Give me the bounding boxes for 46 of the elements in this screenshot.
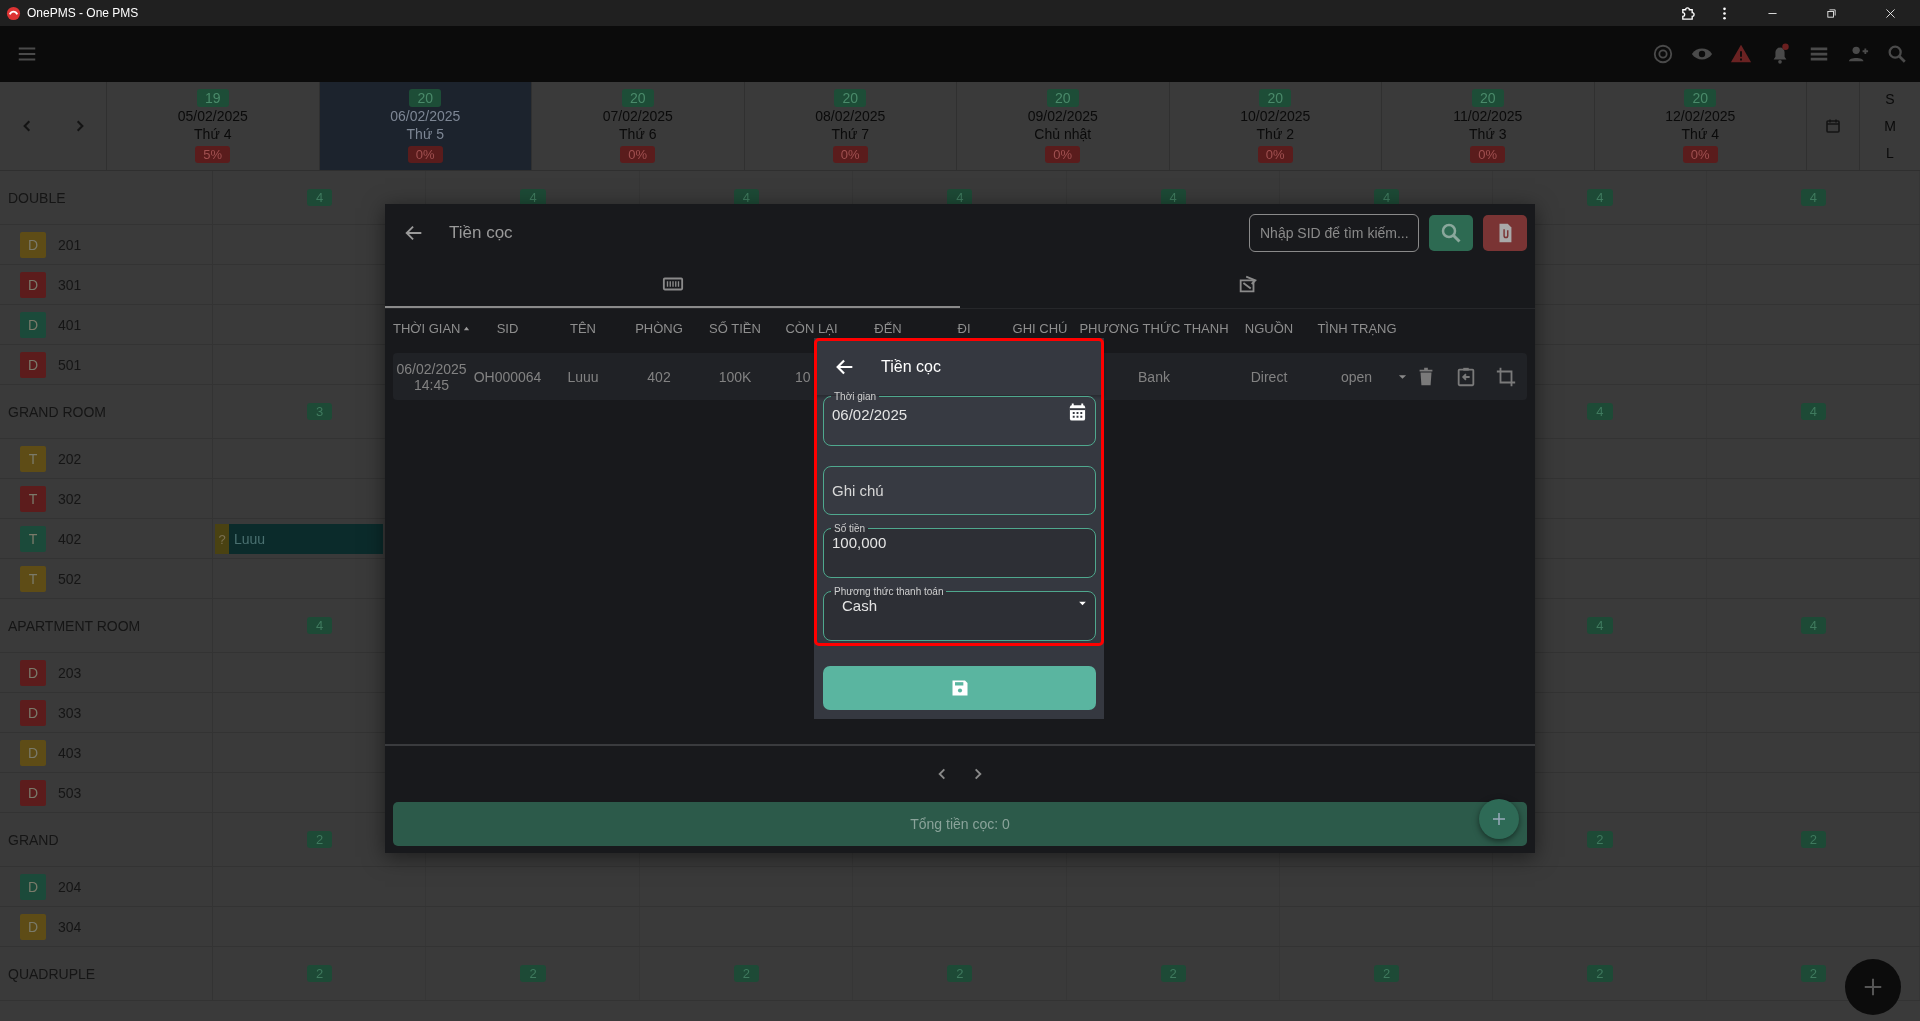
table-cell: 10 bbox=[795, 368, 811, 385]
occupancy-badge: 0% bbox=[407, 146, 443, 163]
room-badge: D bbox=[20, 231, 46, 258]
room-badge: T bbox=[20, 565, 46, 592]
room-badge: D bbox=[20, 699, 46, 726]
count-badge: 20 bbox=[1259, 89, 1292, 107]
count-badge: 20 bbox=[1046, 89, 1079, 107]
occupancy-badge: 5% bbox=[195, 146, 231, 163]
room-badge: T bbox=[20, 485, 46, 512]
table-cell: Bank bbox=[1138, 368, 1170, 385]
occupancy-badge: 0% bbox=[1470, 146, 1506, 163]
count-badge: 20 bbox=[621, 89, 654, 107]
room-badge: D bbox=[20, 779, 46, 806]
table-cell: Direct bbox=[1250, 368, 1288, 385]
room-badge: D bbox=[20, 739, 46, 766]
table-cell: 100K bbox=[718, 368, 752, 385]
booking-status-marker: ? bbox=[215, 524, 229, 554]
table-cell: OH000064 bbox=[473, 368, 542, 385]
dialog-title: Tiền cọc bbox=[881, 357, 941, 376]
room-badge: D bbox=[20, 351, 46, 378]
table-cell: 402 bbox=[647, 368, 671, 385]
table-cell: 14:45 bbox=[413, 376, 449, 393]
count-badge: 20 bbox=[409, 89, 442, 107]
total-label: Tổng tiền cọc: 0 bbox=[910, 816, 1010, 832]
occupancy-badge: 0% bbox=[832, 146, 868, 163]
date-label: 06/02/2025 bbox=[390, 108, 461, 125]
occupancy-badge: 0% bbox=[620, 146, 656, 163]
count-badge: 19 bbox=[196, 89, 229, 107]
occupancy-badge: 0% bbox=[1257, 146, 1293, 163]
room-badge: D bbox=[20, 659, 46, 686]
count-badge: 20 bbox=[834, 89, 867, 107]
room-badge: D bbox=[20, 271, 46, 298]
room-badge: D bbox=[20, 913, 46, 940]
count-badge: 20 bbox=[1471, 89, 1504, 107]
panel-title: Tiền cọc bbox=[449, 223, 513, 243]
window-title: OnePMS - One PMS bbox=[27, 6, 139, 20]
weekday-label: Thứ 5 bbox=[406, 126, 444, 143]
count-badge: 20 bbox=[1684, 89, 1717, 107]
room-badge: D bbox=[20, 873, 46, 900]
room-badge: D bbox=[20, 311, 46, 338]
occupancy-badge: 0% bbox=[1045, 146, 1081, 163]
table-cell: 06/02/2025 bbox=[396, 360, 467, 377]
occupancy-badge: 0% bbox=[1682, 146, 1718, 163]
room-badge: T bbox=[20, 445, 46, 472]
room-badge: T bbox=[20, 525, 46, 552]
table-cell: Luuu bbox=[567, 368, 599, 385]
